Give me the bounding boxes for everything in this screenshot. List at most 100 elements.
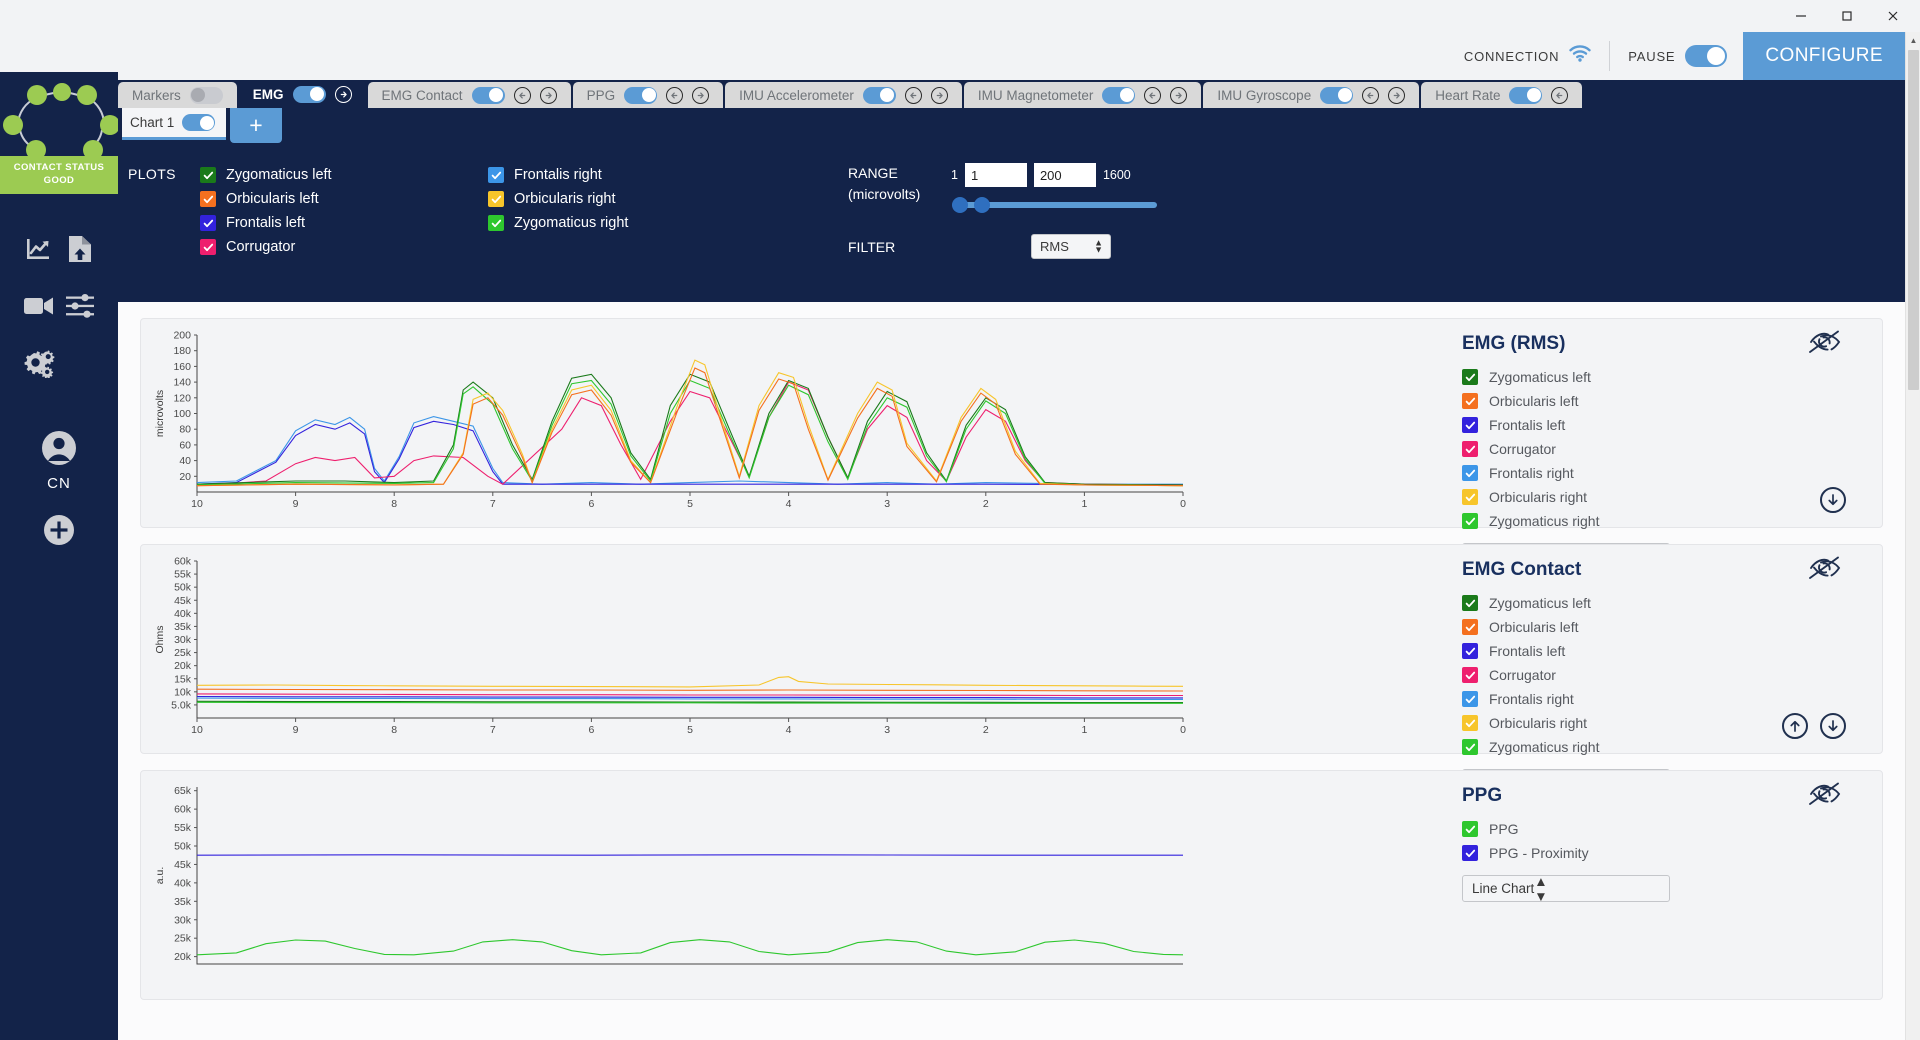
arrow-left-circle-icon[interactable] — [904, 86, 922, 104]
arrow-right-circle-icon[interactable] — [1388, 86, 1406, 104]
checkbox-icon[interactable] — [1462, 465, 1478, 481]
eye-slash-icon[interactable] — [1808, 329, 1842, 360]
legend-item-orbicularis-right[interactable]: Orbicularis right — [1462, 485, 1882, 509]
tab-imu-accelerometer[interactable]: IMU Accelerometer — [725, 82, 962, 108]
arrow-right-circle-icon[interactable] — [1170, 86, 1188, 104]
range-max-input[interactable] — [1033, 163, 1096, 187]
arrow-up-circle-icon[interactable] — [1782, 713, 1808, 739]
checkbox-icon[interactable] — [1462, 369, 1478, 385]
legend-item-frontalis-right[interactable]: Frontalis right — [1462, 687, 1882, 711]
checkbox-icon[interactable] — [1462, 393, 1478, 409]
scrollbar-thumb[interactable] — [1908, 50, 1919, 390]
tab-toggle[interactable] — [1509, 86, 1543, 104]
checkbox-icon[interactable] — [1462, 441, 1478, 457]
checkbox-icon[interactable] — [1462, 595, 1478, 611]
legend-item-frontalis-left[interactable]: Frontalis left — [1462, 413, 1882, 437]
checkbox-icon[interactable] — [1462, 619, 1478, 635]
legend-item-ppg[interactable]: PPG — [1462, 817, 1882, 841]
minimize-button[interactable] — [1778, 0, 1824, 32]
file-upload-icon[interactable] — [67, 234, 93, 264]
legend-item-ppg-proximity[interactable]: PPG - Proximity — [1462, 841, 1882, 865]
user-block[interactable]: CN — [0, 430, 118, 546]
legend-item-corrugator[interactable]: Corrugator — [1462, 437, 1882, 461]
chart-tab-chart1[interactable]: Chart 1 — [122, 108, 226, 140]
tab-emg[interactable]: EMG — [238, 80, 366, 108]
pause-toggle[interactable] — [1685, 45, 1728, 67]
checkbox-icon[interactable] — [1462, 417, 1478, 433]
plot-item-corrugator[interactable]: Corrugator — [200, 235, 488, 259]
tab-toggle[interactable] — [471, 86, 505, 104]
arrow-right-circle-icon[interactable] — [539, 86, 557, 104]
maximize-button[interactable] — [1824, 0, 1870, 32]
filter-select[interactable]: RMS ▲ ▼ — [1031, 234, 1111, 259]
scroll-up-arrow-icon[interactable]: ▲ — [1906, 32, 1920, 48]
legend-item-zygomaticus-left[interactable]: Zygomaticus left — [1462, 365, 1882, 389]
arrow-right-circle-icon[interactable] — [930, 86, 948, 104]
legend-item-orbicularis-left[interactable]: Orbicularis left — [1462, 389, 1882, 413]
tab-toggle[interactable] — [862, 86, 896, 104]
checkbox-icon[interactable] — [200, 167, 216, 183]
plot-item-zygomaticus-right[interactable]: Zygomaticus right — [488, 211, 776, 235]
chart-tab-toggle[interactable] — [182, 114, 216, 131]
arrow-down-circle-icon[interactable] — [1820, 487, 1846, 513]
checkbox-icon[interactable] — [200, 239, 216, 255]
add-chart-button[interactable]: + — [230, 108, 282, 143]
arrow-left-circle-icon[interactable] — [666, 86, 684, 104]
checkbox-icon[interactable] — [200, 191, 216, 207]
sliders-icon[interactable] — [65, 293, 95, 318]
checkbox-icon[interactable] — [1462, 667, 1478, 683]
plot-item-zygomaticus-left[interactable]: Zygomaticus left — [200, 163, 488, 187]
checkbox-icon[interactable] — [488, 167, 504, 183]
arrow-left-circle-icon[interactable] — [1144, 86, 1162, 104]
gears-icon[interactable] — [22, 348, 56, 378]
plot-item-frontalis-left[interactable]: Frontalis left — [200, 211, 488, 235]
plot-item-frontalis-right[interactable]: Frontalis right — [488, 163, 776, 187]
eye-slash-icon[interactable] — [1808, 555, 1842, 586]
chart-line-icon[interactable] — [24, 234, 54, 264]
tab-heart-rate[interactable]: Heart Rate — [1421, 82, 1583, 108]
tab-toggle[interactable] — [624, 86, 658, 104]
legend-item-zygomaticus-left[interactable]: Zygomaticus left — [1462, 591, 1882, 615]
checkbox-icon[interactable] — [1462, 821, 1478, 837]
checkbox-icon[interactable] — [200, 215, 216, 231]
pause-control[interactable]: PAUSE — [1610, 45, 1743, 67]
arrow-left-circle-icon[interactable] — [513, 86, 531, 104]
checkbox-icon[interactable] — [1462, 739, 1478, 755]
tab-emg-contact[interactable]: EMG Contact — [367, 82, 571, 108]
legend-item-frontalis-left[interactable]: Frontalis left — [1462, 639, 1882, 663]
tab-markers[interactable]: Markers — [118, 82, 237, 108]
range-min-input[interactable] — [964, 163, 1027, 187]
range-slider-knob-max[interactable] — [974, 197, 990, 213]
range-slider[interactable] — [952, 196, 1157, 214]
page-scrollbar[interactable]: ▲ — [1905, 32, 1920, 1040]
arrow-right-circle-icon[interactable] — [692, 86, 710, 104]
checkbox-icon[interactable] — [488, 191, 504, 207]
legend-item-orbicularis-left[interactable]: Orbicularis left — [1462, 615, 1882, 639]
checkbox-icon[interactable] — [1462, 715, 1478, 731]
tab-imu-gyroscope[interactable]: IMU Gyroscope — [1203, 82, 1420, 108]
range-slider-knob-min[interactable] — [952, 197, 968, 213]
arrow-left-circle-icon[interactable] — [1362, 86, 1380, 104]
checkbox-icon[interactable] — [1462, 845, 1478, 861]
checkbox-icon[interactable] — [1462, 489, 1478, 505]
legend-item-frontalis-right[interactable]: Frontalis right — [1462, 461, 1882, 485]
avatar[interactable] — [41, 431, 77, 470]
tab-toggle[interactable] — [292, 85, 326, 103]
tab-toggle[interactable] — [1320, 86, 1354, 104]
arrow-left-circle-icon[interactable] — [1551, 86, 1569, 104]
close-button[interactable] — [1870, 0, 1916, 32]
checkbox-icon[interactable] — [1462, 691, 1478, 707]
tab-toggle[interactable] — [1102, 86, 1136, 104]
tab-ppg[interactable]: PPG — [572, 82, 724, 108]
plot-item-orbicularis-right[interactable]: Orbicularis right — [488, 187, 776, 211]
checkbox-icon[interactable] — [1462, 643, 1478, 659]
arrow-right-circle-icon[interactable] — [334, 85, 352, 103]
tab-toggle[interactable] — [189, 86, 223, 104]
arrow-down-circle-icon[interactable] — [1820, 713, 1846, 739]
eye-slash-icon[interactable] — [1808, 781, 1842, 812]
plot-item-orbicularis-left[interactable]: Orbicularis left — [200, 187, 488, 211]
legend-item-corrugator[interactable]: Corrugator — [1462, 663, 1882, 687]
add-button[interactable] — [0, 514, 118, 546]
legend-item-zygomaticus-right[interactable]: Zygomaticus right — [1462, 509, 1882, 533]
connection-status[interactable]: CONNECTION — [1464, 45, 1609, 67]
